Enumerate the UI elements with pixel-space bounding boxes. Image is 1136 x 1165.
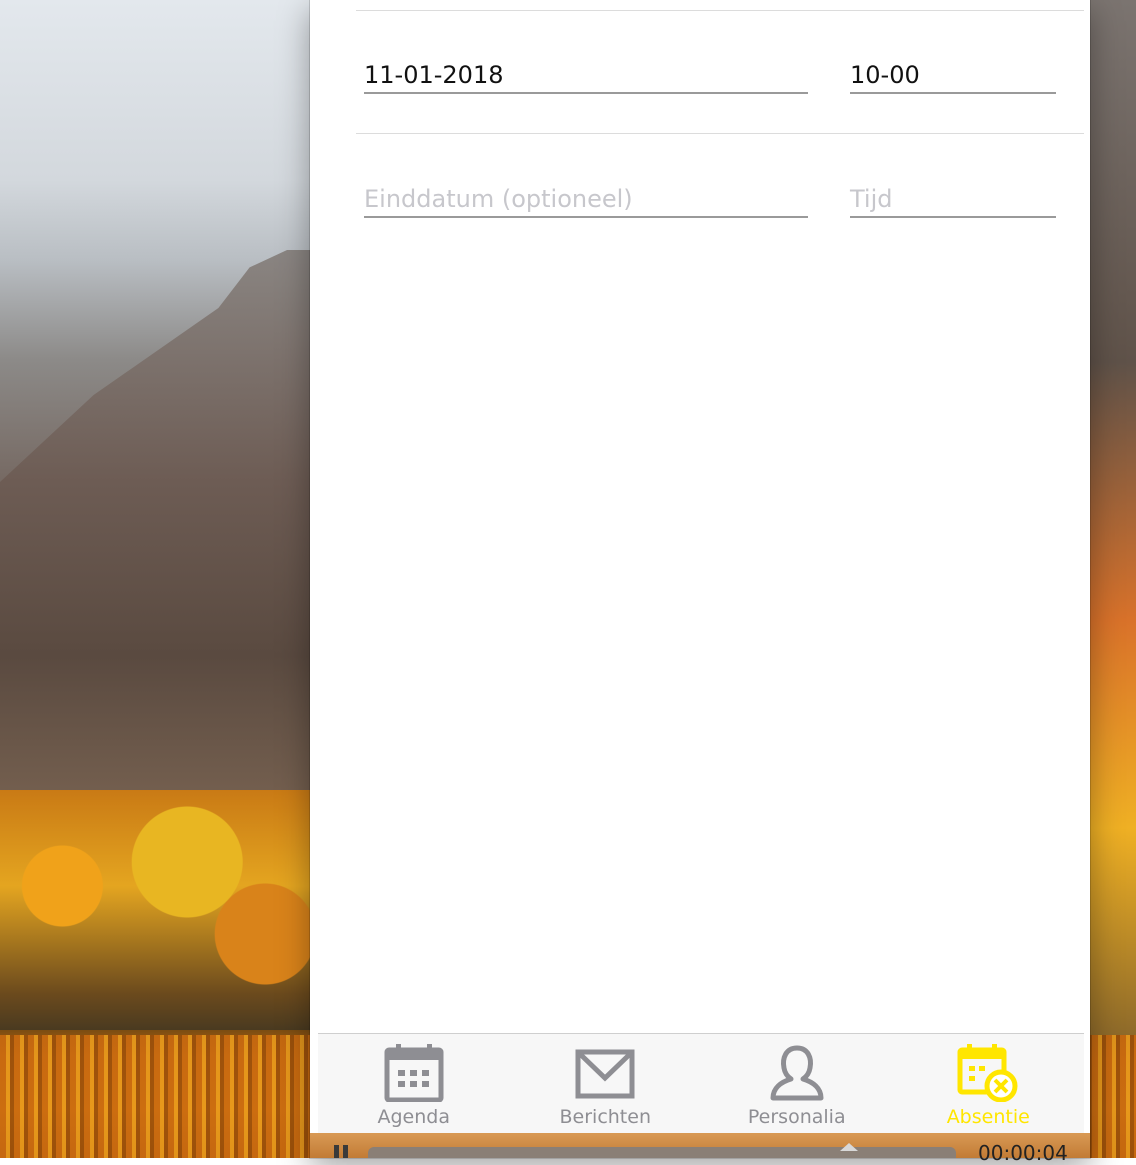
person-icon [767, 1044, 827, 1102]
tab-label-agenda: Agenda [377, 1106, 451, 1128]
tab-absentie[interactable]: Absentie [893, 1034, 1085, 1134]
wallpaper-mountain-right [1088, 0, 1136, 1035]
tab-agenda[interactable]: Agenda [318, 1034, 510, 1134]
tab-personalia[interactable]: Personalia [701, 1034, 893, 1134]
absence-form: 11-01-2018 10-00 Einddatum (optioneel) T… [318, 0, 1084, 1033]
tab-label-absentie: Absentie [946, 1106, 1030, 1128]
playback-timecode: 00:00:04 [978, 1141, 1068, 1165]
tab-bar: Agenda Berichten Personalia Absentie [318, 1033, 1084, 1134]
start-time-field[interactable]: 10-00 [850, 60, 1056, 94]
separator-top [356, 10, 1084, 11]
tab-label-personalia: Personalia [747, 1106, 846, 1128]
start-date-field[interactable]: 11-01-2018 [364, 60, 808, 94]
simulator-window: 11-01-2018 10-00 Einddatum (optioneel) T… [310, 0, 1090, 1165]
tab-berichten[interactable]: Berichten [510, 1034, 702, 1134]
wallpaper-mountain-left [0, 250, 312, 830]
scrubber-handle[interactable] [840, 1143, 858, 1151]
separator-middle [356, 133, 1084, 134]
wallpaper-trees-left [0, 790, 312, 1030]
tab-label-berichten: Berichten [559, 1106, 651, 1128]
playback-scrubber[interactable] [368, 1147, 956, 1158]
envelope-icon [575, 1044, 635, 1102]
media-controls: 00:00:04 [310, 1133, 1090, 1165]
calendar-icon [384, 1044, 444, 1102]
end-date-field[interactable]: Einddatum (optioneel) [364, 184, 808, 218]
calendar-cancel-icon [957, 1044, 1019, 1102]
pause-icon[interactable] [334, 1145, 350, 1158]
end-time-field[interactable]: Tijd [850, 184, 1056, 218]
